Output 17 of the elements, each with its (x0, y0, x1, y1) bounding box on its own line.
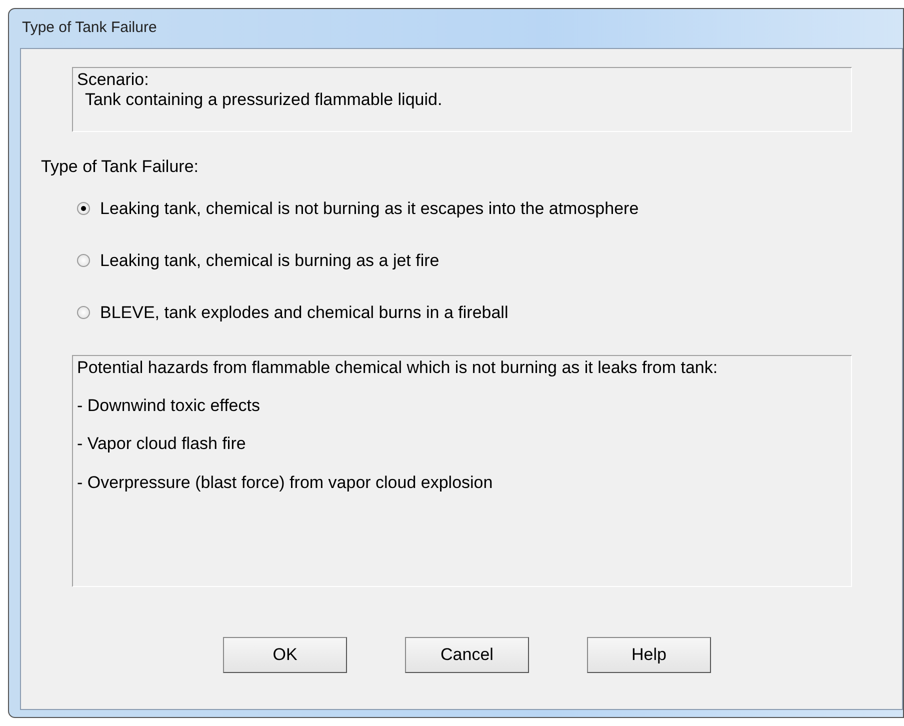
hazard-item: - Overpressure (blast force) from vapor cloud explosion (77, 472, 494, 494)
radio-button[interactable] (77, 254, 90, 267)
radio-label[interactable]: Leaking tank, chemical is not burning as it escapes into the atmosphere (100, 196, 639, 222)
radio-label[interactable]: Leaking tank, chemical is burning as a jet fire (100, 248, 440, 274)
hazard-item: - Downwind toxic effects (77, 396, 261, 416)
dialog-button[interactable]: OK (223, 636, 347, 672)
dialog-button[interactable]: Help (587, 636, 711, 672)
radio-button[interactable] (77, 306, 90, 319)
hazards-description: Potential hazards from flammable chemical which is not burning as it leaks from tank: (77, 358, 719, 378)
radio-label[interactable]: BLEVE, tank explodes and chemical burns in a fireball (100, 300, 508, 326)
section-label: Type of Tank Failure: (41, 156, 200, 178)
hazard-item: - Vapor cloud flash fire (77, 434, 247, 455)
radio-button[interactable] (77, 202, 90, 215)
window-title: Type of Tank Failure (22, 18, 157, 38)
scenario-text: Tank containing a pressurized flammable liquid. (84, 90, 444, 111)
scenario-heading: Scenario: (77, 70, 150, 90)
dialog-button[interactable]: Cancel (405, 636, 529, 672)
